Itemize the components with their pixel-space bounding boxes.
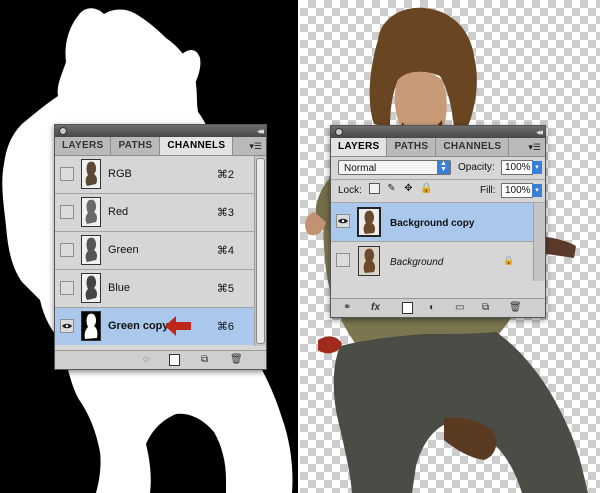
layer-mask-icon[interactable]: [402, 302, 413, 314]
channel-row-green[interactable]: Green ⌘4: [55, 232, 254, 270]
channel-name: Red: [108, 206, 129, 218]
opacity-dropdown-icon[interactable]: ▾: [532, 161, 542, 174]
visibility-toggle[interactable]: [60, 205, 74, 219]
tab-channels[interactable]: CHANNELS: [436, 138, 510, 156]
channel-shortcut: ⌘3: [216, 207, 234, 219]
thumbnail-image: [82, 198, 100, 226]
lock-transparency-icon[interactable]: [369, 183, 380, 194]
channel-shortcut: ⌘5: [216, 283, 234, 295]
scrollbar-thumb[interactable]: [256, 158, 265, 344]
panel-tabs: LAYERS PATHS CHANNELS ▾☰: [55, 137, 266, 156]
red-arrow-icon: [165, 316, 191, 336]
channel-shortcut: ⌘4: [216, 245, 234, 257]
channel-thumbnail: [81, 311, 101, 341]
thumbnail-image: [359, 247, 379, 275]
visibility-toggle[interactable]: [60, 281, 74, 295]
channel-name: RGB: [108, 168, 132, 180]
channel-row-blue[interactable]: Blue ⌘5: [55, 270, 254, 308]
new-channel-icon[interactable]: ⧉: [201, 354, 208, 366]
panel-titlebar[interactable]: ◂◂: [331, 126, 545, 138]
fx-icon[interactable]: fx: [371, 302, 380, 314]
layer-thumbnail: [357, 207, 381, 237]
chevron-updown-icon: ▲ ▼: [437, 160, 450, 174]
scrollbar[interactable]: [254, 156, 266, 346]
thumbnail-mask-image: [82, 312, 100, 340]
layers-panel: ◂◂ LAYERS PATHS CHANNELS ▾☰ Normal ▲ ▼ Op…: [330, 125, 546, 318]
adjustment-icon[interactable]: ◐: [429, 302, 435, 314]
visibility-toggle[interactable]: [336, 214, 350, 228]
channel-shortcut: ⌘2: [216, 169, 234, 181]
fill-label: Fill:: [480, 185, 496, 196]
channel-list: RGB ⌘2 Red ⌘3 Green ⌘4 Blue ⌘5 Green cop…: [55, 156, 266, 346]
visibility-toggle[interactable]: [60, 167, 74, 181]
channel-thumbnail: [81, 159, 101, 189]
channel-shortcut: ⌘6: [216, 321, 234, 333]
eye-icon: [338, 218, 348, 224]
opacity-field[interactable]: 100%: [501, 160, 533, 175]
tab-paths[interactable]: PATHS: [387, 138, 437, 156]
trash-icon[interactable]: 🗑: [509, 302, 522, 314]
folder-icon[interactable]: ▭: [455, 302, 464, 314]
new-layer-icon[interactable]: ⧉: [482, 302, 489, 314]
layer-name: Background copy: [390, 218, 475, 229]
dotted-circle-icon[interactable]: ◌: [143, 354, 149, 366]
thumbnail-image: [82, 274, 100, 302]
lock-row: Lock: ✎ ✥ 🔒 Fill: 100% ▾: [331, 180, 545, 203]
opacity-label: Opacity:: [458, 162, 495, 173]
blend-mode-select[interactable]: Normal ▲ ▼: [338, 160, 451, 175]
channel-row-red[interactable]: Red ⌘3: [55, 194, 254, 232]
trash-icon[interactable]: 🗑: [230, 354, 243, 366]
visibility-toggle[interactable]: [60, 319, 74, 333]
channel-thumbnail: [81, 235, 101, 265]
tab-paths[interactable]: PATHS: [111, 137, 161, 155]
channels-footer: ◌ ⧉ 🗑: [55, 350, 266, 369]
brush-icon[interactable]: ✎: [386, 183, 397, 194]
fill-field[interactable]: 100%: [501, 183, 533, 198]
panel-menu-icon[interactable]: ▾☰: [528, 142, 541, 153]
lock-label: Lock:: [338, 185, 362, 196]
link-icon[interactable]: ⚭: [343, 302, 351, 314]
thumbnail-image: [359, 209, 379, 235]
tab-channels[interactable]: CHANNELS: [160, 137, 234, 155]
visibility-toggle[interactable]: [60, 243, 74, 257]
tab-layers[interactable]: LAYERS: [331, 138, 388, 156]
layer-name: Background: [390, 257, 444, 268]
channel-name: Green copy: [108, 320, 169, 332]
scrollbar[interactable]: [533, 203, 545, 281]
eye-icon: [62, 323, 72, 329]
mask-icon[interactable]: [169, 354, 180, 366]
fill-dropdown-icon[interactable]: ▾: [532, 184, 542, 197]
lock-icon: 🔒: [503, 255, 515, 265]
layers-footer: ⚭ fx ◐ ▭ ⧉ 🗑: [331, 298, 545, 317]
close-icon[interactable]: [59, 127, 67, 135]
padlock-icon[interactable]: 🔒: [420, 183, 432, 194]
layer-thumbnail: [358, 246, 380, 276]
collapse-icon[interactable]: ◂◂: [257, 125, 264, 137]
panel-menu-icon[interactable]: ▾☰: [249, 141, 262, 152]
collapse-icon[interactable]: ◂◂: [536, 126, 543, 138]
tab-layers[interactable]: LAYERS: [55, 137, 112, 155]
blend-options-row: Normal ▲ ▼ Opacity: 100% ▾: [331, 157, 545, 180]
layer-row-background[interactable]: Background 🔒: [331, 242, 533, 280]
thumbnail-image: [82, 236, 100, 264]
panel-tabs: LAYERS PATHS CHANNELS ▾☰: [331, 138, 545, 157]
channel-row-rgb[interactable]: RGB ⌘2: [55, 156, 254, 194]
panel-titlebar[interactable]: ◂◂: [55, 125, 266, 137]
channels-panel: ◂◂ LAYERS PATHS CHANNELS ▾☰ RGB ⌘2 Red ⌘…: [54, 124, 267, 370]
close-icon[interactable]: [335, 128, 343, 136]
move-icon[interactable]: ✥: [403, 183, 414, 194]
channel-name: Green: [108, 244, 139, 256]
channel-name: Blue: [108, 282, 131, 294]
thumbnail-image: [82, 160, 100, 188]
visibility-toggle[interactable]: [336, 253, 350, 267]
channel-row-green-copy[interactable]: Green copy ⌘6: [55, 308, 254, 345]
channel-thumbnail: [81, 197, 101, 227]
channel-thumbnail: [81, 273, 101, 303]
layer-row-background-copy[interactable]: Background copy: [331, 203, 533, 242]
layer-list: Background copy Background 🔒: [331, 203, 545, 281]
blend-mode-value: Normal: [344, 163, 377, 174]
